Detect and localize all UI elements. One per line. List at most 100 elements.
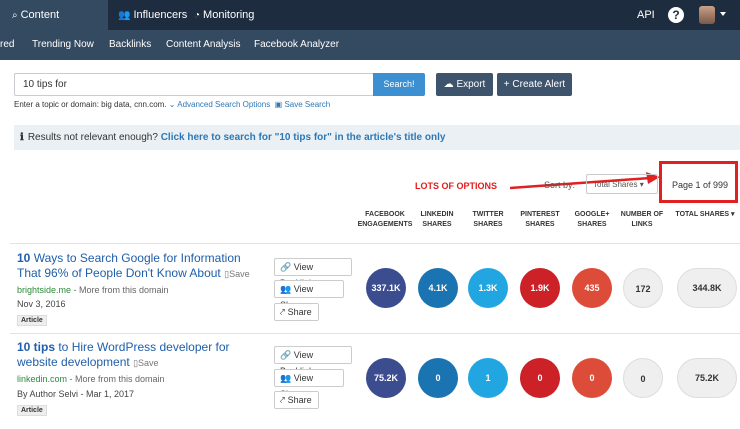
sort-select[interactable]: Total Shares ▾ — [586, 174, 658, 194]
users-icon: 👥 — [280, 373, 292, 383]
hint-text: Enter a topic or domain: big data, cnn.c… — [14, 100, 167, 109]
share-icon: ⤤ — [280, 395, 286, 405]
chevron-icon: ⌄ — [168, 100, 176, 109]
article-badge: Article — [17, 315, 47, 326]
users-icon: 👥 — [118, 10, 131, 21]
view-backlinks-button[interactable]: 🔗 View Backlinks — [274, 258, 352, 288]
sort-value: Total Shares — [593, 180, 638, 189]
top-navigation: ⌕Content Research 👥Influencers ◔Monitori… — [0, 0, 740, 52]
title-highlight: 10 — [17, 251, 31, 265]
save-search-link[interactable]: Save Search — [284, 100, 330, 109]
chevron-down-icon[interactable] — [720, 12, 726, 16]
sub-navigation: red Trending Now Backlinks Content Analy… — [0, 30, 740, 60]
total-shares: 344.8K — [677, 268, 737, 308]
number-of-links: 172 — [623, 268, 663, 308]
advanced-search-link[interactable]: Advanced Search Options — [177, 100, 270, 109]
save-icon: ▣ — [274, 100, 283, 109]
title-highlight: 10 tips — [17, 340, 56, 354]
share-button[interactable]: ⤤ Share — [274, 303, 319, 321]
subtab-content-analysis[interactable]: Content Analysis — [166, 30, 241, 60]
link-icon: 🔗 — [280, 262, 292, 272]
search-icon: ⌕ — [12, 10, 18, 21]
help-icon[interactable]: ? — [668, 7, 684, 23]
title-only-search-link[interactable]: Click here to search for "10 tips for" i… — [161, 132, 446, 143]
twitter-shares: 1 — [468, 358, 508, 398]
title-text: to Hire WordPress developer for — [55, 340, 230, 354]
tab-monitoring[interactable]: ◔ Monitoring — [194, 0, 254, 30]
save-label: Save — [229, 269, 250, 279]
linkedin-shares: 0 — [418, 358, 458, 398]
search-hint: Enter a topic or domain: big data, cnn.c… — [14, 100, 330, 109]
share-button[interactable]: ⤤ Share — [274, 391, 319, 409]
search-input[interactable] — [14, 73, 374, 96]
col-pinterest[interactable]: PINTEREST SHARES — [519, 210, 561, 230]
col-links[interactable]: NUMBER OF LINKS — [620, 210, 664, 230]
more-from-domain[interactable]: - More from this domain — [71, 285, 169, 295]
pinterest-shares: 1.9K — [520, 268, 560, 308]
more-from-domain[interactable]: - More from this domain — [67, 374, 165, 384]
tab-content-research[interactable]: ⌕Content Research — [0, 0, 108, 52]
button-label: Share — [287, 395, 312, 405]
button-label: Share — [287, 307, 312, 317]
result-date: By Author Selvi - Mar 1, 2017 — [17, 389, 135, 399]
domain-link[interactable]: linkedin.com — [17, 374, 67, 384]
divider — [10, 333, 740, 334]
save-bookmark[interactable]: ▯Save — [133, 358, 158, 368]
twitter-shares: 1.3K — [468, 268, 508, 308]
view-sharers-button[interactable]: 👥 View Sharers — [274, 369, 344, 399]
result-domain: linkedin.com - More from this domain — [17, 374, 165, 384]
tab-label: Monitoring — [203, 9, 255, 21]
sort-label: Sort by: — [544, 180, 576, 190]
domain-link[interactable]: brightside.me — [17, 285, 71, 295]
link-icon: 🔗 — [280, 350, 292, 360]
avatar[interactable] — [699, 6, 715, 24]
result-title[interactable]: 10 Ways to Search Google for Information… — [17, 251, 250, 282]
tab-influencers[interactable]: 👥 Influencers — [118, 0, 187, 30]
title-text-line2: That 96% of People Don't Know About — [17, 266, 221, 280]
subtab-red[interactable]: red — [0, 30, 14, 60]
col-twitter[interactable]: TWITTER SHARES — [468, 210, 508, 230]
create-alert-button[interactable]: + Create Alert — [497, 73, 572, 96]
google-shares: 435 — [572, 268, 612, 308]
col-linkedin[interactable]: LINKEDIN SHARES — [417, 210, 457, 230]
result-domain: brightside.me - More from this domain — [17, 285, 169, 295]
total-shares: 75.2K — [677, 358, 737, 398]
subtab-trending-now[interactable]: Trending Now — [32, 30, 94, 60]
export-label: Export — [456, 79, 486, 90]
result-date: Nov 3, 2016 — [17, 299, 66, 309]
pagination: Page 1 of 999 — [672, 180, 729, 190]
api-link[interactable]: API — [637, 0, 655, 30]
info-bar: ℹ Results not relevant enough? Click here… — [14, 125, 740, 150]
number-of-links: 0 — [623, 358, 663, 398]
article-badge: Article — [17, 405, 47, 416]
title-text-line2: website development — [17, 355, 130, 369]
subtab-backlinks[interactable]: Backlinks — [109, 30, 151, 60]
save-label: Save — [138, 358, 159, 368]
title-text: Ways to Search Google for Information — [30, 251, 241, 265]
result-title[interactable]: 10 tips to Hire WordPress developer for … — [17, 340, 230, 371]
facebook-engagements: 337.1K — [366, 268, 406, 308]
info-icon: ℹ — [20, 132, 24, 143]
info-text: Results not relevant enough? — [27, 132, 158, 143]
save-bookmark[interactable]: ▯Save — [224, 269, 249, 279]
divider — [10, 243, 740, 244]
share-icon: ⤤ — [280, 307, 286, 317]
dashboard-icon: ◔ — [194, 10, 201, 21]
pinterest-shares: 0 — [520, 358, 560, 398]
subtab-facebook-analyzer[interactable]: Facebook Analyzer — [254, 30, 339, 60]
view-backlinks-button[interactable]: 🔗 View Backlinks — [274, 346, 352, 376]
google-shares: 0 — [572, 358, 612, 398]
facebook-engagements: 75.2K — [366, 358, 406, 398]
col-total-label: TOTAL SHARES — [675, 211, 730, 218]
users-icon: 👥 — [280, 284, 292, 294]
linkedin-shares: 4.1K — [418, 268, 458, 308]
col-total[interactable]: TOTAL SHARES ▾ — [671, 210, 739, 220]
cloud-download-icon: ☁ — [443, 79, 454, 90]
search-button[interactable]: Search! — [373, 73, 425, 96]
col-facebook[interactable]: FACEBOOK ENGAGEMENTS — [356, 210, 414, 230]
view-sharers-button[interactable]: 👥 View Sharers — [274, 280, 344, 310]
export-button[interactable]: ☁ Export — [436, 73, 493, 96]
col-google[interactable]: GOOGLE+ SHARES — [572, 210, 612, 230]
annotation-text: LOTS OF OPTIONS — [415, 181, 498, 191]
tab-label: Influencers — [133, 9, 188, 21]
